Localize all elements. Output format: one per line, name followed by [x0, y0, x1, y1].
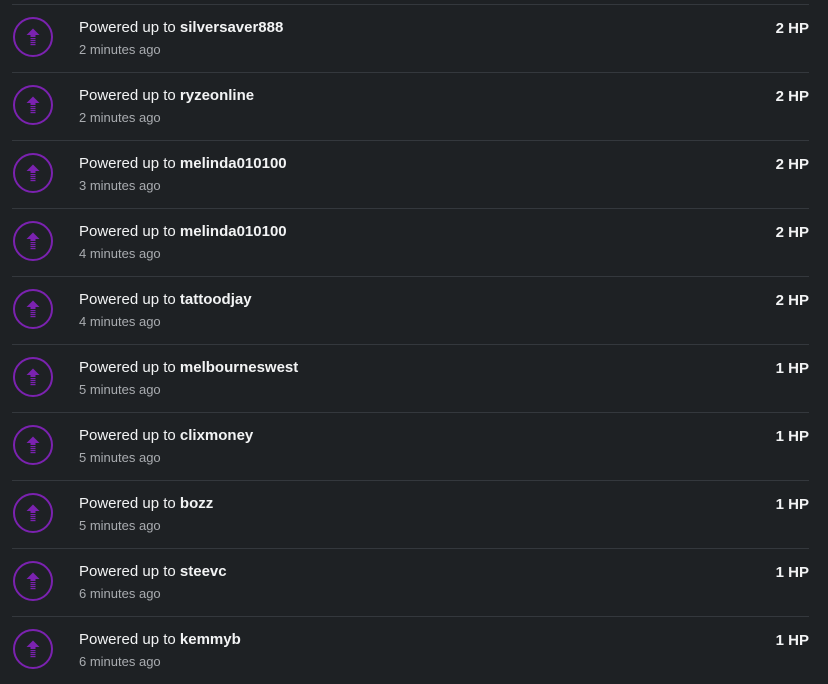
list-item: Powered up to steevc 6 minutes ago 1 HP [12, 548, 809, 616]
hp-amount: 1 HP [775, 564, 809, 581]
hp-amount: 2 HP [775, 156, 809, 173]
list-item: Powered up to silversaver888 2 minutes a… [12, 4, 809, 72]
activity-title: Powered up to clixmoney [79, 427, 253, 445]
username-link[interactable]: steevc [180, 563, 227, 580]
activity-title: Powered up to bozz [79, 495, 213, 513]
activity-prefix: Powered up to [79, 631, 180, 648]
activity-prefix: Powered up to [79, 495, 180, 512]
list-item: Powered up to kemmyb 6 minutes ago 1 HP [12, 616, 809, 684]
activity-text: Powered up to tattoodjay 4 minutes ago [79, 291, 252, 330]
list-item: Powered up to melbourneswest 5 minutes a… [12, 344, 809, 412]
activity-text: Powered up to kemmyb 6 minutes ago [79, 631, 241, 670]
power-up-arrow-icon [13, 17, 53, 57]
activity-prefix: Powered up to [79, 291, 180, 308]
power-up-activity-list: Powered up to silversaver888 2 minutes a… [0, 4, 828, 684]
timestamp: 2 minutes ago [79, 110, 161, 125]
activity-title: Powered up to silversaver888 [79, 19, 283, 37]
activity-prefix: Powered up to [79, 19, 180, 36]
hp-amount: 2 HP [775, 20, 809, 37]
hp-amount: 2 HP [775, 292, 809, 309]
list-item: Powered up to ryzeonline 2 minutes ago 2… [12, 72, 809, 140]
username-link[interactable]: silversaver888 [180, 19, 283, 36]
username-link[interactable]: melinda010100 [180, 223, 287, 240]
timestamp: 3 minutes ago [79, 178, 161, 193]
power-up-arrow-icon [13, 85, 53, 125]
username-link[interactable]: melbourneswest [180, 359, 298, 376]
hp-amount: 1 HP [775, 632, 809, 649]
list-item: Powered up to tattoodjay 4 minutes ago 2… [12, 276, 809, 344]
power-up-arrow-icon [13, 493, 53, 533]
activity-prefix: Powered up to [79, 155, 180, 172]
username-link[interactable]: tattoodjay [180, 291, 252, 308]
power-up-arrow-icon [13, 629, 53, 669]
activity-prefix: Powered up to [79, 87, 180, 104]
username-link[interactable]: ryzeonline [180, 87, 254, 104]
hp-amount: 1 HP [775, 496, 809, 513]
timestamp: 5 minutes ago [79, 518, 161, 533]
timestamp: 5 minutes ago [79, 450, 161, 465]
activity-text: Powered up to bozz 5 minutes ago [79, 495, 213, 534]
username-link[interactable]: bozz [180, 495, 213, 512]
activity-title: Powered up to steevc [79, 563, 227, 581]
timestamp: 4 minutes ago [79, 246, 161, 261]
timestamp: 6 minutes ago [79, 654, 161, 669]
username-link[interactable]: clixmoney [180, 427, 253, 444]
list-item: Powered up to melinda010100 4 minutes ag… [12, 208, 809, 276]
activity-title: Powered up to kemmyb [79, 631, 241, 649]
activity-title: Powered up to melinda010100 [79, 155, 287, 173]
power-up-arrow-icon [13, 221, 53, 261]
list-item: Powered up to melinda010100 3 minutes ag… [12, 140, 809, 208]
list-item: Powered up to bozz 5 minutes ago 1 HP [12, 480, 809, 548]
activity-text: Powered up to silversaver888 2 minutes a… [79, 19, 283, 58]
activity-text: Powered up to ryzeonline 2 minutes ago [79, 87, 254, 126]
activity-prefix: Powered up to [79, 427, 180, 444]
power-up-arrow-icon [13, 153, 53, 193]
timestamp: 4 minutes ago [79, 314, 161, 329]
activity-text: Powered up to steevc 6 minutes ago [79, 563, 227, 602]
activity-text: Powered up to melbourneswest 5 minutes a… [79, 359, 298, 398]
activity-text: Powered up to clixmoney 5 minutes ago [79, 427, 253, 466]
username-link[interactable]: melinda010100 [180, 155, 287, 172]
activity-text: Powered up to melinda010100 4 minutes ag… [79, 223, 287, 262]
activity-title: Powered up to melbourneswest [79, 359, 298, 377]
hp-amount: 1 HP [775, 360, 809, 377]
activity-prefix: Powered up to [79, 359, 180, 376]
username-link[interactable]: kemmyb [180, 631, 241, 648]
power-up-arrow-icon [13, 357, 53, 397]
hp-amount: 1 HP [775, 428, 809, 445]
activity-title: Powered up to tattoodjay [79, 291, 252, 309]
activity-title: Powered up to ryzeonline [79, 87, 254, 105]
power-up-arrow-icon [13, 289, 53, 329]
timestamp: 5 minutes ago [79, 382, 161, 397]
power-up-arrow-icon [13, 561, 53, 601]
hp-amount: 2 HP [775, 88, 809, 105]
list-item: Powered up to clixmoney 5 minutes ago 1 … [12, 412, 809, 480]
hp-amount: 2 HP [775, 224, 809, 241]
timestamp: 2 minutes ago [79, 42, 161, 57]
activity-title: Powered up to melinda010100 [79, 223, 287, 241]
power-up-arrow-icon [13, 425, 53, 465]
activity-prefix: Powered up to [79, 223, 180, 240]
activity-prefix: Powered up to [79, 563, 180, 580]
timestamp: 6 minutes ago [79, 586, 161, 601]
activity-text: Powered up to melinda010100 3 minutes ag… [79, 155, 287, 194]
